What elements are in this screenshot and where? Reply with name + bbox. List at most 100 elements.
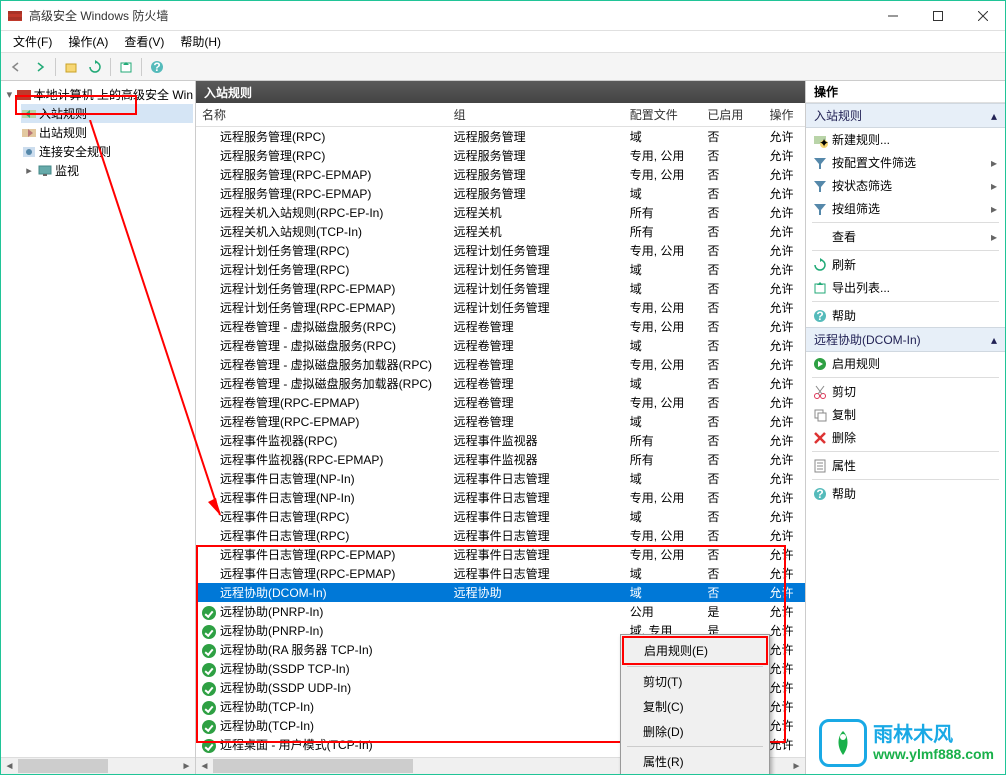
center-header: 入站规则 [196,81,805,103]
tree-monitor[interactable]: ▸ 监视 [21,161,193,180]
toolbar-refresh[interactable] [84,56,106,78]
table-row[interactable]: 远程事件监视器(RPC-EPMAP)远程事件监视器所有否允许 [196,450,805,469]
table-row[interactable]: 远程服务管理(RPC-EPMAP)远程服务管理域否允许 [196,184,805,203]
toolbar-up[interactable] [60,56,82,78]
actions-group-inbound[interactable]: 入站规则 ▴ [806,103,1005,128]
enabled-icon [202,606,216,620]
table-row[interactable]: 远程卷管理 - 虚拟磁盘服务加载器(RPC)远程卷管理专用, 公用否允许 [196,355,805,374]
tree-connsec-label: 连接安全规则 [39,143,111,160]
ctx-enable[interactable]: 启用规则(E) [622,636,768,665]
rule-icon [202,587,216,601]
rule-icon [202,245,216,259]
table-row[interactable]: 远程事件日志管理(RPC)远程事件日志管理域否允许 [196,507,805,526]
table-row[interactable]: 远程计划任务管理(RPC)远程计划任务管理域否允许 [196,260,805,279]
filter-icon [812,178,828,194]
table-row[interactable]: 远程卷管理 - 虚拟磁盘服务(RPC)远程卷管理域否允许 [196,336,805,355]
table-row[interactable]: 远程计划任务管理(RPC)远程计划任务管理专用, 公用否允许 [196,241,805,260]
table-row[interactable]: 远程协助(DCOM-In)远程协助域否允许 [196,583,805,602]
action-copy[interactable]: 复制 [806,403,1005,426]
table-row[interactable]: 远程关机入站规则(RPC-EP-In)远程关机所有否允许 [196,203,805,222]
toolbar-forward[interactable] [29,56,51,78]
table-row[interactable]: 远程事件日志管理(NP-In)远程事件日志管理域否允许 [196,469,805,488]
rule-icon [202,511,216,525]
table-row[interactable]: 远程计划任务管理(RPC-EPMAP)远程计划任务管理专用, 公用否允许 [196,298,805,317]
action-delete[interactable]: 删除 [806,426,1005,449]
menu-view[interactable]: 查看(V) [116,31,172,52]
action-view[interactable]: 查看▸ [806,225,1005,248]
tree-panel: ▾ 本地计算机 上的高级安全 Win 入站规则 出站规则 连接安全规则 [1,81,196,774]
monitor-icon [37,163,53,179]
table-row[interactable]: 远程事件日志管理(RPC)远程事件日志管理专用, 公用否允许 [196,526,805,545]
rule-icon [202,568,216,582]
rule-icon [202,321,216,335]
ctx-copy[interactable]: 复制(C) [623,694,767,719]
watermark: 雨林木风 www.ylmf888.com [819,719,994,767]
svg-text:?: ? [816,487,823,501]
tree-hscroll[interactable]: ◄► [1,757,195,774]
actions-group-selection[interactable]: 远程协助(DCOM-In) ▴ [806,327,1005,352]
menu-help[interactable]: 帮助(H) [172,31,229,52]
action-enable[interactable]: 启用规则 [806,352,1005,375]
table-row[interactable]: 远程服务管理(RPC)远程服务管理专用, 公用否允许 [196,146,805,165]
ctx-delete[interactable]: 删除(D) [623,719,767,744]
rule-icon [202,530,216,544]
action-filter-profile[interactable]: 按配置文件筛选▸ [806,151,1005,174]
center-panel: 入站规则 名称 组 配置文件 已启用 操作 远程服务管理(RPC)远程服务管理域… [196,81,805,774]
action-props[interactable]: 属性 [806,454,1005,477]
rule-icon [202,549,216,563]
action-help2[interactable]: ?帮助 [806,482,1005,505]
action-cut[interactable]: 剪切 [806,380,1005,403]
table-row[interactable]: 远程卷管理(RPC-EPMAP)远程卷管理专用, 公用否允许 [196,393,805,412]
collapse-icon: ▴ [991,109,997,123]
col-profile[interactable]: 配置文件 [624,103,702,127]
toolbar-back[interactable] [5,56,27,78]
col-name[interactable]: 名称 [196,103,448,127]
expand-icon[interactable]: ▸ [21,164,37,177]
actions-header: 操作 [806,81,1005,103]
action-help[interactable]: ?帮助 [806,304,1005,327]
tree-outbound-label: 出站规则 [39,124,87,141]
table-row[interactable]: 远程事件监视器(RPC)远程事件监视器所有否允许 [196,431,805,450]
minimize-button[interactable] [870,1,915,30]
enable-icon [812,356,828,372]
table-row[interactable]: 远程事件日志管理(RPC-EPMAP)远程事件日志管理专用, 公用否允许 [196,545,805,564]
table-row[interactable]: 远程协助(PNRP-In)公用是允许 [196,602,805,621]
menu-action[interactable]: 操作(A) [60,31,116,52]
ctx-props[interactable]: 属性(R) [623,749,767,774]
app-window: 高级安全 Windows 防火墙 文件(F) 操作(A) 查看(V) 帮助(H)… [0,0,1006,775]
col-action[interactable]: 操作 [764,103,805,127]
table-row[interactable]: 远程关机入站规则(TCP-In)远程关机所有否允许 [196,222,805,241]
action-new-rule[interactable]: ✦新建规则... [806,128,1005,151]
table-row[interactable]: 远程服务管理(RPC-EPMAP)远程服务管理专用, 公用否允许 [196,165,805,184]
toolbar-help[interactable]: ? [146,56,168,78]
enabled-icon [202,701,216,715]
col-group[interactable]: 组 [448,103,624,127]
expand-icon[interactable]: ▾ [3,88,16,101]
table-row[interactable]: 远程服务管理(RPC)远程服务管理域否允许 [196,127,805,147]
toolbar-export[interactable] [115,56,137,78]
annotation-box [15,95,137,115]
table-row[interactable]: 远程卷管理 - 虚拟磁盘服务(RPC)远程卷管理专用, 公用否允许 [196,317,805,336]
menubar: 文件(F) 操作(A) 查看(V) 帮助(H) [1,31,1005,53]
table-row[interactable]: 远程卷管理(RPC-EPMAP)远程卷管理域否允许 [196,412,805,431]
watermark-name: 雨林木风 [873,724,994,746]
menu-file[interactable]: 文件(F) [5,31,60,52]
close-button[interactable] [960,1,1005,30]
table-row[interactable]: 远程卷管理 - 虚拟磁盘服务加载器(RPC)远程卷管理域否允许 [196,374,805,393]
help-icon: ? [812,486,828,502]
tree-outbound[interactable]: 出站规则 [21,123,193,142]
col-enabled[interactable]: 已启用 [701,103,763,127]
action-refresh[interactable]: 刷新 [806,253,1005,276]
table-row[interactable]: 远程事件日志管理(RPC-EPMAP)远程事件日志管理域否允许 [196,564,805,583]
action-filter-group[interactable]: 按组筛选▸ [806,197,1005,220]
action-export[interactable]: 导出列表... [806,276,1005,299]
tree-connsec[interactable]: 连接安全规则 [21,142,193,161]
ctx-cut[interactable]: 剪切(T) [623,669,767,694]
enabled-icon [202,625,216,639]
maximize-button[interactable] [915,1,960,30]
action-filter-state[interactable]: 按状态筛选▸ [806,174,1005,197]
titlebar: 高级安全 Windows 防火墙 [1,1,1005,31]
rule-icon [202,454,216,468]
table-row[interactable]: 远程事件日志管理(NP-In)远程事件日志管理专用, 公用否允许 [196,488,805,507]
table-row[interactable]: 远程计划任务管理(RPC-EPMAP)远程计划任务管理域否允许 [196,279,805,298]
